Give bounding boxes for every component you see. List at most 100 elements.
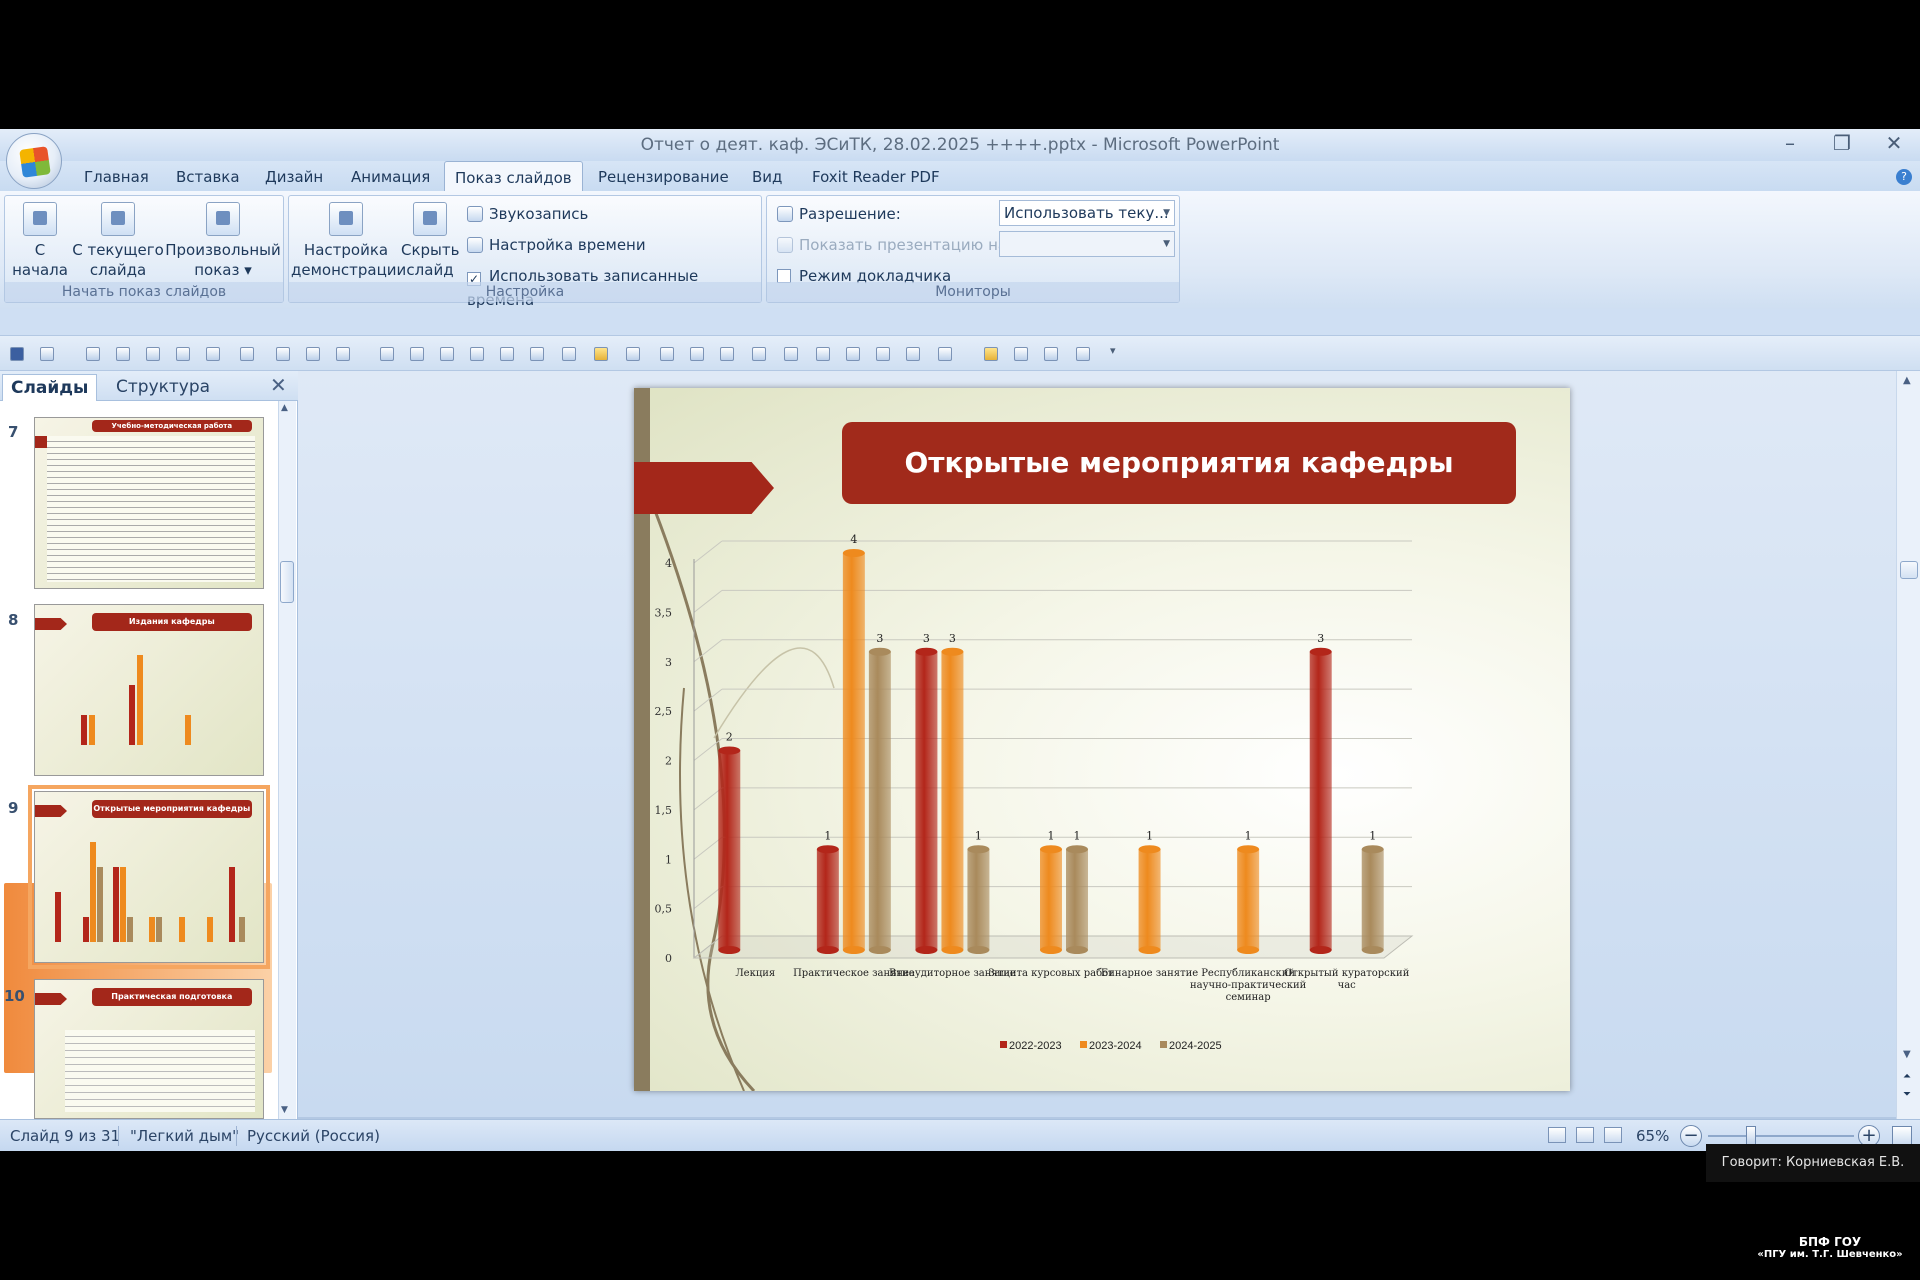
new-slide-icon[interactable] (906, 347, 920, 361)
help-icon[interactable]: ? (1896, 169, 1912, 185)
scroll-down-icon[interactable]: ▼ (1903, 1049, 1911, 1060)
print-icon[interactable] (116, 347, 130, 361)
chart-bar-top (1138, 845, 1161, 854)
undo-icon[interactable] (40, 347, 54, 361)
thumb-bar (207, 917, 213, 942)
show-on-select[interactable]: ▼ (999, 231, 1175, 257)
column-chart[interactable]: 00,511,522,533,542Лекция143Практическое … (634, 388, 1570, 1091)
slide-thumbnail-8[interactable]: Издания кафедры (34, 604, 264, 776)
select-icon[interactable] (240, 347, 254, 361)
chart-bar-top (1040, 845, 1062, 854)
custom-show-button[interactable]: Произвольный показ ▾ (165, 202, 281, 280)
slide-thumbnail-7[interactable]: Учебно-методическая работа (34, 417, 264, 589)
canvas-scroll-thumb[interactable] (1900, 561, 1918, 579)
data-label: 3 (876, 632, 883, 645)
scroll-up-icon[interactable]: ▲ (1903, 375, 1911, 386)
separator (236, 1126, 237, 1146)
zoom-slider-track[interactable] (1708, 1135, 1854, 1137)
next-slide-icon[interactable]: ⏷ (1903, 1089, 1911, 1100)
tab-foxit[interactable]: Foxit Reader PDF (802, 161, 950, 191)
y-tick-label: 1,5 (655, 804, 673, 817)
tab-insert[interactable]: Вставка (166, 161, 250, 191)
close-panel-icon[interactable]: ✕ (270, 373, 287, 397)
zoom-level[interactable]: 65% (1636, 1120, 1669, 1152)
from-current-button[interactable]: С текущего слайда (71, 202, 165, 280)
chart-bar-top (967, 845, 990, 854)
canvas-scrollbar[interactable]: ▲ ▼ ⏶ ⏷ (1896, 371, 1920, 1119)
customize-toolbar-icon[interactable]: ▾ (1110, 344, 1116, 357)
edit-icon[interactable] (470, 347, 484, 361)
restore-icon[interactable]: ❐ (1822, 129, 1862, 157)
record-narration-button[interactable]: Звукозапись (467, 202, 588, 226)
format-painter-icon[interactable] (500, 347, 514, 361)
tab-home[interactable]: Главная (74, 161, 159, 191)
tab-slideshow[interactable]: Показ слайдов (444, 161, 583, 192)
tab-design[interactable]: Дизайн (255, 161, 333, 191)
save-icon[interactable] (10, 347, 24, 361)
minimize-icon[interactable]: – (1770, 129, 1810, 157)
table-icon[interactable] (336, 347, 350, 361)
textbox-icon[interactable] (440, 347, 454, 361)
preview-icon[interactable] (146, 347, 160, 361)
spelling-abc-icon[interactable] (562, 347, 576, 361)
tab-slides[interactable]: Слайды (2, 374, 98, 401)
office-button[interactable] (6, 133, 62, 189)
redo-icon[interactable] (86, 347, 100, 361)
current-slide[interactable]: Открытые мероприятия кафедры 0 0,5 1 1,5 2 2,… (634, 388, 1570, 1091)
clipboard-icon[interactable] (984, 347, 998, 361)
tab-animation[interactable]: Анимация (341, 161, 440, 191)
normal-view-icon[interactable] (1548, 1127, 1566, 1143)
slide-sorter-icon[interactable] (1576, 1127, 1594, 1143)
link-icon[interactable] (1044, 347, 1058, 361)
scroll-up-icon[interactable]: ▲ (281, 403, 288, 413)
close-icon[interactable]: ✕ (1874, 129, 1914, 157)
columns-icon[interactable] (846, 347, 860, 361)
hide-slide-icon (413, 202, 447, 236)
spellcheck-icon[interactable] (176, 347, 190, 361)
bring-forward-icon[interactable] (660, 347, 674, 361)
tab-view[interactable]: Вид (742, 161, 792, 191)
panel-scroll-thumb[interactable] (280, 561, 294, 603)
setup-show-icon (329, 202, 363, 236)
hide-slide-button[interactable]: Скрыть слайд (401, 202, 459, 280)
rehearse-timings-button[interactable]: Настройка времени (467, 233, 646, 257)
smartart-icon[interactable] (626, 347, 640, 361)
slide-thumbnail-10[interactable]: Практическая подготовка (34, 979, 264, 1119)
shape-icon[interactable] (380, 347, 394, 361)
slide-number: 8 (8, 611, 19, 629)
open-folder-icon[interactable] (594, 347, 608, 361)
layout-icon[interactable] (938, 347, 952, 361)
macro-icon[interactable] (1076, 347, 1090, 361)
send-backward-icon[interactable] (690, 347, 704, 361)
slide-thumbnail-9[interactable]: Открытые мероприятия кафедры (28, 785, 270, 969)
previous-slide-icon[interactable]: ⏶ (1903, 1071, 1911, 1082)
data-label: 3 (949, 632, 956, 645)
group-icon[interactable] (410, 347, 424, 361)
fit-to-window-icon[interactable] (1892, 1126, 1912, 1146)
tab-review[interactable]: Рецензирование (588, 161, 739, 191)
crop-icon[interactable] (816, 347, 830, 361)
duplicate-icon[interactable] (876, 347, 890, 361)
zoom-slider-thumb[interactable] (1746, 1126, 1756, 1146)
zoom-out-icon[interactable]: − (1680, 1125, 1702, 1147)
align-icon[interactable] (720, 347, 734, 361)
thumb-bar (239, 917, 245, 942)
chart-bar-bottom (1309, 946, 1332, 954)
copy-icon[interactable] (276, 347, 290, 361)
resolution-select[interactable]: Использовать теку... ▼ (999, 200, 1175, 226)
language-indicator[interactable]: Русский (Россия) (247, 1120, 380, 1152)
slideshow-view-icon[interactable] (1604, 1127, 1622, 1143)
legend-label: 2024-2025 (1169, 1040, 1222, 1052)
find-icon[interactable] (784, 347, 798, 361)
paste-icon[interactable] (306, 347, 320, 361)
from-beginning-button[interactable]: С начала (7, 202, 73, 280)
scroll-down-icon[interactable]: ▼ (281, 1105, 288, 1115)
setup-show-button[interactable]: Настройка демонстрации (291, 202, 406, 280)
tab-outline[interactable]: Структура (108, 374, 218, 401)
picture-icon[interactable] (206, 347, 220, 361)
brush-icon[interactable] (1014, 347, 1028, 361)
from-current-label: С текущего слайда (72, 241, 164, 279)
rotate-icon[interactable] (752, 347, 766, 361)
replace-icon[interactable] (530, 347, 544, 361)
panel-scrollbar[interactable]: ▲ ▼ (278, 401, 296, 1119)
